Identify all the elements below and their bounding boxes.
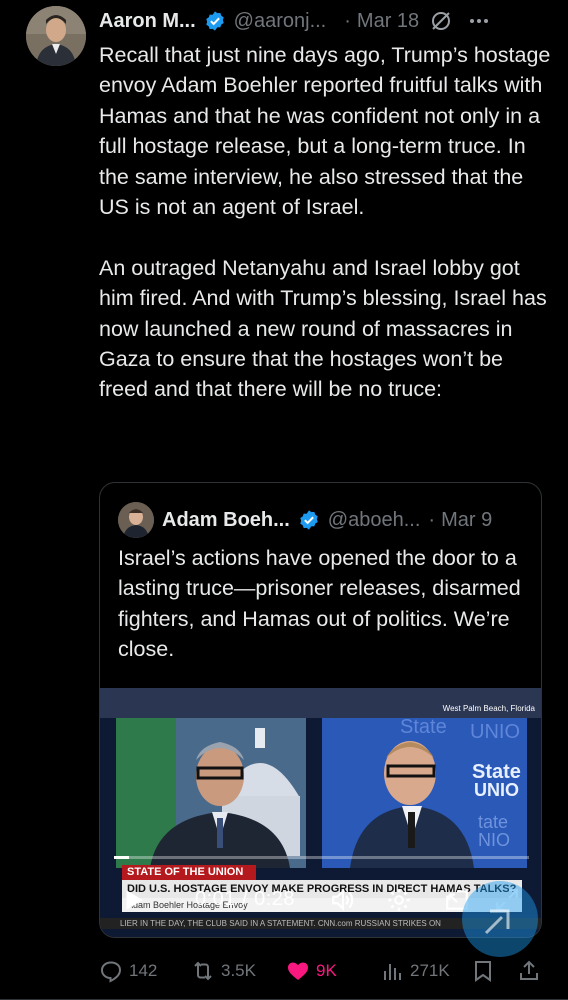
compose-icon bbox=[484, 909, 510, 935]
quoted-author-handle[interactable]: @aboeh... bbox=[328, 509, 421, 532]
repost-button[interactable]: 3.5K bbox=[191, 955, 256, 987]
quoted-author-avatar[interactable] bbox=[118, 502, 154, 538]
author-avatar[interactable] bbox=[26, 6, 86, 66]
like-count: 9K bbox=[316, 961, 337, 980]
more-icon[interactable] bbox=[467, 9, 491, 33]
quoted-tweet[interactable]: Adam Boeh... @aboeh... · Mar 9 Israel’s … bbox=[99, 482, 542, 938]
like-icon bbox=[288, 962, 308, 980]
location-caption: West Palm Beach, Florida bbox=[442, 704, 535, 713]
tweet-actions: 142 3.5K 9K 271K bbox=[99, 955, 544, 987]
share-button[interactable] bbox=[517, 955, 541, 987]
quoted-tweet-date[interactable]: Mar 9 bbox=[441, 509, 492, 532]
play-icon[interactable] bbox=[120, 887, 146, 913]
reply-button[interactable]: 142 bbox=[99, 955, 157, 987]
share-icon bbox=[520, 960, 538, 980]
video-progress-fill bbox=[114, 856, 129, 859]
compose-fab-button[interactable] bbox=[462, 881, 538, 957]
author-handle[interactable]: @aaronj... bbox=[234, 10, 327, 33]
video-time: 0:01 / 0:28 bbox=[195, 888, 296, 910]
video-progress-bar[interactable] bbox=[114, 856, 529, 859]
repost-icon bbox=[194, 961, 212, 981]
tweet[interactable]: Aaron M... @aaronj... · Mar 18 Recall th… bbox=[0, 0, 568, 1000]
verified-badge-icon bbox=[205, 11, 224, 31]
repost-count: 3.5K bbox=[221, 961, 256, 980]
quoted-author-name[interactable]: Adam Boeh... bbox=[162, 509, 290, 532]
author-name[interactable]: Aaron M... bbox=[99, 10, 196, 33]
separator-dot: · bbox=[428, 508, 436, 531]
svg-text:State: State bbox=[400, 716, 447, 738]
svg-text:tate: tate bbox=[478, 812, 508, 832]
volume-icon[interactable] bbox=[330, 887, 356, 913]
bookmark-button[interactable] bbox=[471, 955, 495, 987]
settings-icon[interactable] bbox=[386, 887, 412, 913]
like-button[interactable]: 9K bbox=[286, 955, 337, 987]
quoted-tweet-text: Israel’s actions have opened the door to… bbox=[118, 546, 521, 662]
tweet-header: Aaron M... @aaronj... · Mar 18 bbox=[99, 6, 558, 36]
separator-dot: · bbox=[344, 9, 351, 32]
verified-badge-icon bbox=[300, 510, 318, 530]
tweet-date[interactable]: Mar 18 bbox=[357, 10, 419, 33]
svg-text:NIO: NIO bbox=[478, 830, 510, 850]
reply-icon bbox=[100, 961, 122, 983]
tweet-text: Recall that just nine days ago, Trump’s … bbox=[99, 43, 551, 402]
views-count: 271K bbox=[410, 961, 450, 980]
lower-third-show-label: STATE OF THE UNION bbox=[122, 865, 256, 880]
quoted-tweet-header: Adam Boeh... @aboeh... · Mar 9 bbox=[162, 505, 531, 535]
grok-icon[interactable] bbox=[429, 9, 453, 33]
bookmark-icon bbox=[475, 961, 491, 982]
svg-text:UNIO: UNIO bbox=[474, 780, 519, 800]
views-icon bbox=[384, 964, 401, 980]
reply-count: 142 bbox=[129, 961, 158, 980]
views-button[interactable]: 271K bbox=[380, 955, 450, 987]
svg-text:UNIO: UNIO bbox=[470, 721, 520, 743]
